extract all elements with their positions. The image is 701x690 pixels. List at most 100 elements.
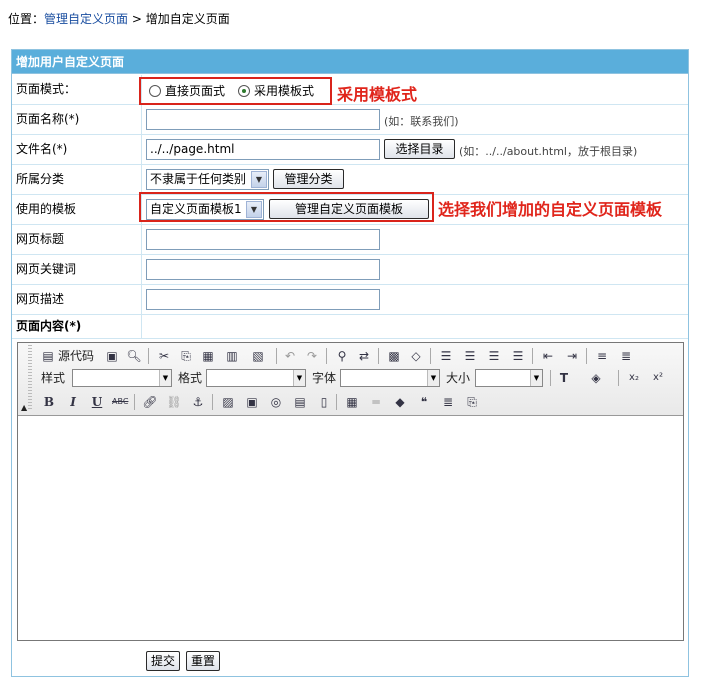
strike-icon[interactable]: ABC xyxy=(112,394,128,410)
rich-text-editor: ▲ ▤ 源代码 ▣ 🔍︎ ✂ ⎘ ▦ ▥ ▧ ↶ ↷ ⚲ ⇄ ▩ ◇ ☰ ☰ ☰… xyxy=(17,342,684,641)
find-icon[interactable]: ⚲ xyxy=(334,348,350,364)
smiley-icon[interactable]: ◆ xyxy=(392,394,408,410)
reset-button[interactable]: 重置 xyxy=(186,651,220,671)
size-label: 大小 xyxy=(446,371,471,385)
chevron-down-icon: ▼ xyxy=(530,370,542,386)
category-label: 所属分类 xyxy=(12,165,142,194)
chevron-down-icon: ▼ xyxy=(293,370,305,386)
select-all-icon[interactable]: ▩ xyxy=(386,348,402,364)
toolbar-separator xyxy=(326,348,327,364)
indent-icon[interactable]: ⇥ xyxy=(564,348,580,364)
breadcrumb-current: 增加自定义页面 xyxy=(145,12,230,26)
file-name-input[interactable]: ../../page.html xyxy=(146,139,380,160)
row-page-title: 网页标题 xyxy=(12,225,688,255)
italic-icon[interactable]: I xyxy=(65,394,81,410)
flash-icon[interactable]: ▣ xyxy=(244,394,260,410)
toolbar-grip[interactable] xyxy=(28,345,32,411)
collapse-toolbar-icon[interactable]: ▲ xyxy=(21,403,27,412)
row-page-description: 网页描述 xyxy=(12,285,688,315)
align-left-icon[interactable]: ☰ xyxy=(438,348,454,364)
toolbar-separator xyxy=(212,394,213,410)
text-color-icon[interactable]: T xyxy=(556,370,572,386)
anchor-icon[interactable]: ⚓ xyxy=(190,394,206,410)
page-keywords-input[interactable] xyxy=(146,259,380,280)
subscript-icon[interactable]: x₂ xyxy=(626,370,642,386)
source-icon[interactable]: ▤ xyxy=(40,348,56,364)
format-combo[interactable]: ▼ xyxy=(206,369,306,387)
copy-icon[interactable]: ⎘ xyxy=(178,348,194,364)
toolbar-separator xyxy=(586,348,587,364)
link-icon[interactable]: 🔗︎ xyxy=(142,394,158,410)
toolbar-row-1: ▤ 源代码 ▣ 🔍︎ ✂ ⎘ ▦ ▥ ▧ ↶ ↷ ⚲ ⇄ ▩ ◇ ☰ ☰ ☰ ☰… xyxy=(38,346,678,366)
category-selected-value: 不隶属于任何类别 xyxy=(150,172,247,186)
quote-icon[interactable]: ❝ xyxy=(416,394,432,410)
editor-content-area[interactable] xyxy=(18,417,683,640)
chevron-down-icon: ▼ xyxy=(427,370,439,386)
page-keywords-label: 网页关键词 xyxy=(12,255,142,284)
cut-icon[interactable]: ✂ xyxy=(156,348,172,364)
special-char-icon[interactable]: ≣ xyxy=(440,394,456,410)
source-button-label[interactable]: 源代码 xyxy=(58,348,94,364)
size-combo[interactable]: ▼ xyxy=(475,369,543,387)
paste-word-icon[interactable]: ▧ xyxy=(250,348,266,364)
hr-icon[interactable]: ═ xyxy=(368,394,384,410)
toolbar-separator xyxy=(618,370,619,386)
font-combo[interactable]: ▼ xyxy=(340,369,440,387)
outdent-icon[interactable]: ⇤ xyxy=(540,348,556,364)
page-description-input[interactable] xyxy=(146,289,380,310)
toolbar-separator xyxy=(148,348,149,364)
row-file-name: 文件名(*) ../../page.html 选择目录 (如：../../abo… xyxy=(12,135,688,165)
toolbar-separator xyxy=(430,348,431,364)
bold-icon[interactable]: B xyxy=(41,394,57,410)
superscript-icon[interactable]: x² xyxy=(650,370,666,386)
template-label: 使用的模板 xyxy=(12,195,142,224)
unlink-icon[interactable]: ⛓ xyxy=(166,394,182,410)
paste-text-icon[interactable]: ▥ xyxy=(224,348,240,364)
toolbar-separator xyxy=(276,348,277,364)
add-page-form-panel: 增加用户自定义页面 页面模式： 直接页面式 采用模板式 页面名称(*) (如：联… xyxy=(11,49,689,677)
remove-format-icon[interactable]: ◇ xyxy=(408,348,424,364)
preview-icon[interactable]: 🔍︎ xyxy=(126,348,142,364)
submit-button[interactable]: 提交 xyxy=(146,651,180,671)
align-right-icon[interactable]: ☰ xyxy=(486,348,502,364)
underline-icon[interactable]: U xyxy=(89,394,105,410)
toolbar-separator xyxy=(134,394,135,410)
undo-icon[interactable]: ↶ xyxy=(282,348,298,364)
panel-title: 增加用户自定义页面 xyxy=(12,50,688,74)
align-center-icon[interactable]: ☰ xyxy=(462,348,478,364)
row-page-name: 页面名称(*) (如：联系我们) xyxy=(12,105,688,135)
page-title-input[interactable] xyxy=(146,229,380,250)
page-name-label: 页面名称(*) xyxy=(12,105,142,134)
redo-icon[interactable]: ↷ xyxy=(304,348,320,364)
template-icon[interactable]: ▤ xyxy=(292,394,308,410)
breadcrumb-link-manage-pages[interactable]: 管理自定义页面 xyxy=(44,12,128,26)
manage-category-button[interactable]: 管理分类 xyxy=(273,169,344,189)
breadcrumb-separator: > xyxy=(128,12,146,26)
media-icon[interactable]: ◎ xyxy=(268,394,284,410)
table-icon[interactable]: ▦ xyxy=(344,394,360,410)
page-break-icon[interactable]: ⎘ xyxy=(464,394,480,410)
font-label: 字体 xyxy=(312,371,337,385)
row-category: 所属分类 不隶属于任何类别 ▼ 管理分类 xyxy=(12,165,688,195)
editor-toolbar: ▲ ▤ 源代码 ▣ 🔍︎ ✂ ⎘ ▦ ▥ ▧ ↶ ↷ ⚲ ⇄ ▩ ◇ ☰ ☰ ☰… xyxy=(18,343,683,416)
bg-color-icon[interactable]: ◈ xyxy=(588,370,604,386)
category-select[interactable]: 不隶属于任何类别 ▼ xyxy=(146,169,269,190)
page-name-hint: (如：联系我们) xyxy=(384,115,459,128)
style-label: 样式 xyxy=(41,371,66,385)
unordered-list-icon[interactable]: ≣ xyxy=(618,348,634,364)
row-actions: 提交 重置 xyxy=(12,647,688,676)
choose-directory-button[interactable]: 选择目录 xyxy=(384,139,455,159)
image-icon[interactable]: ▨ xyxy=(220,394,236,410)
new-page-icon[interactable]: ▯ xyxy=(316,394,332,410)
save-icon[interactable]: ▣ xyxy=(104,348,120,364)
page-name-input[interactable] xyxy=(146,109,380,130)
breadcrumb: 位置：管理自定义页面 > 增加自定义页面 xyxy=(8,10,230,27)
justify-icon[interactable]: ☰ xyxy=(510,348,526,364)
row-content: 页面内容(*) xyxy=(12,315,688,339)
toolbar-separator xyxy=(378,348,379,364)
replace-icon[interactable]: ⇄ xyxy=(356,348,372,364)
ordered-list-icon[interactable]: ≡ xyxy=(594,348,610,364)
style-combo[interactable]: ▼ xyxy=(72,369,172,387)
paste-icon[interactable]: ▦ xyxy=(200,348,216,364)
page-description-label: 网页描述 xyxy=(12,285,142,314)
